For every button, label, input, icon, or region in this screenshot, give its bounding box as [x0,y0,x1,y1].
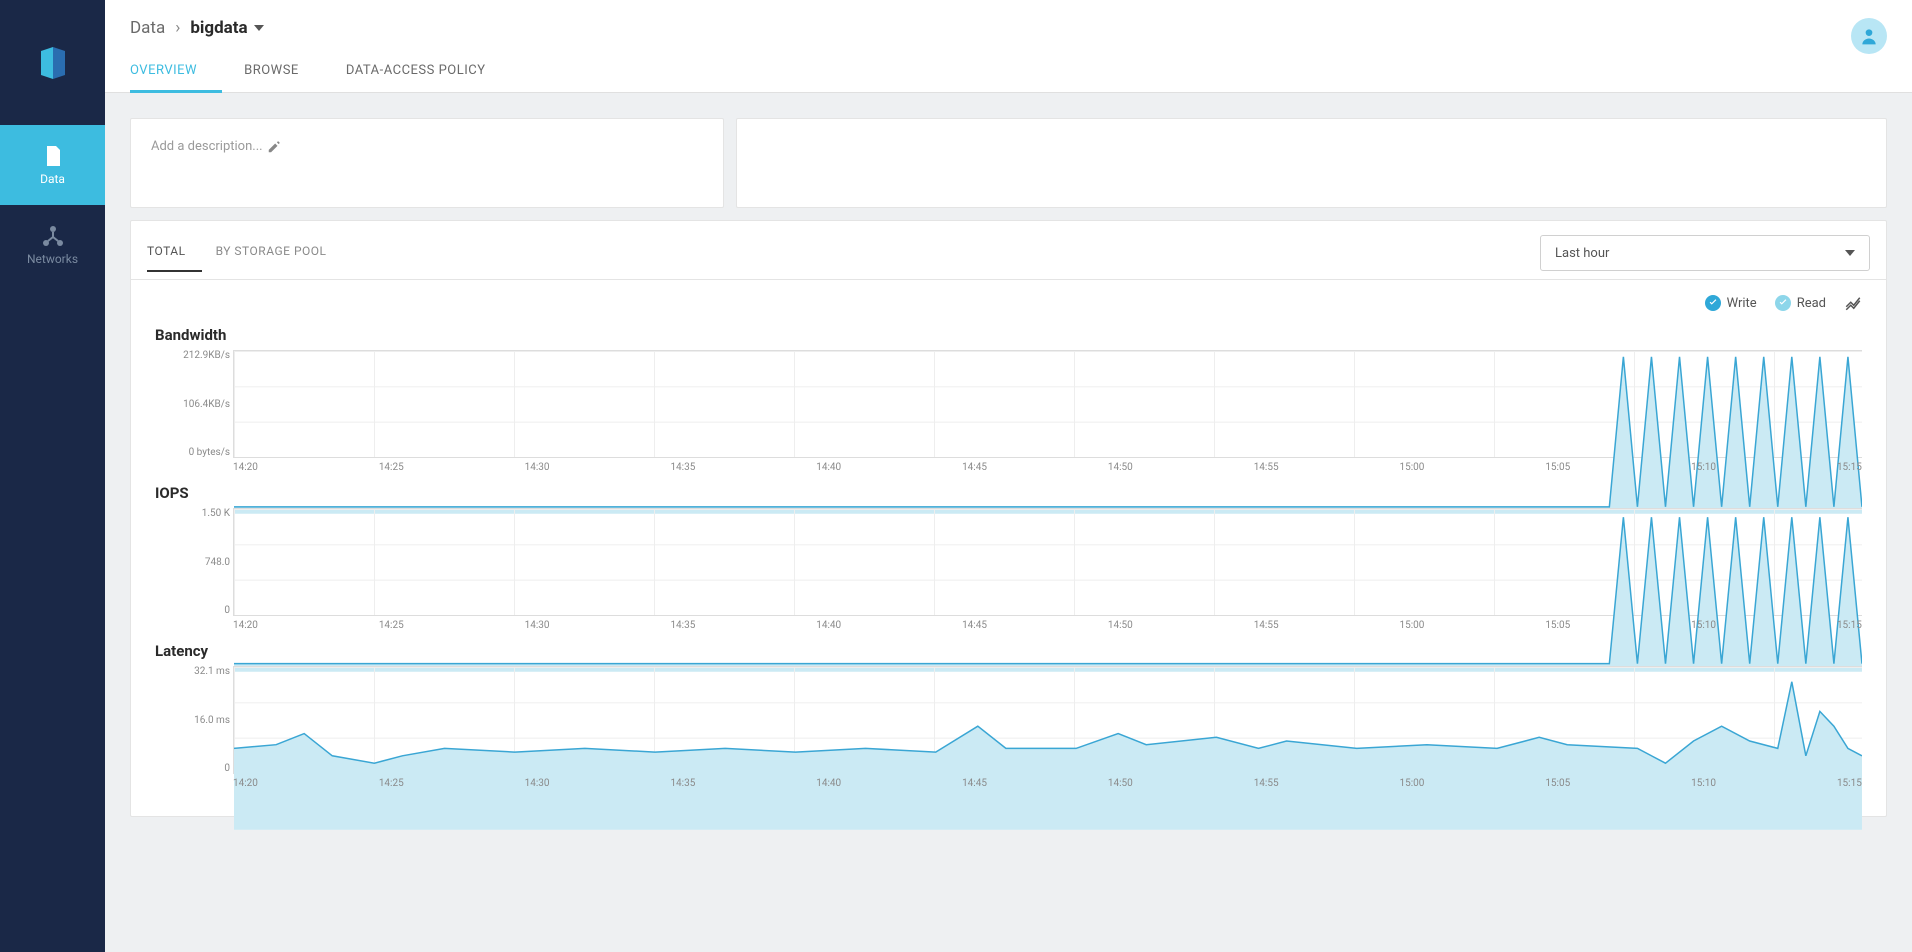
y-tick-label: 0 [155,763,230,774]
check-icon [1705,295,1721,311]
sidebar-item-data[interactable]: Data [0,125,105,205]
x-tick-label: 14:20 [233,462,258,473]
y-tick-label: 0 [155,605,230,616]
x-tick-label: 14:20 [233,620,258,631]
chart-bandwidth: Bandwidth212.9KB/s106.4KB/s0 bytes/s14:2… [131,312,1886,470]
perf-subtabs: TOTAL BY STORAGE POOL [147,244,356,271]
sidebar-item-label: Data [40,172,65,186]
breadcrumb-current[interactable]: bigdata [190,18,263,38]
chart-plot[interactable] [233,508,1862,616]
description-card[interactable]: Add a description... [130,118,724,208]
x-tick-label: 15:00 [1400,462,1425,473]
y-tick-label: 748.0 [155,557,230,568]
x-tick-label: 15:00 [1400,620,1425,631]
x-tick-label: 15:10 [1691,778,1716,789]
x-tick-label: 14:40 [816,778,841,789]
sidebar: Data Networks [0,0,105,952]
x-tick-label: 14:35 [670,462,695,473]
x-tick-label: 14:25 [379,620,404,631]
y-tick-label: 106.4KB/s [155,399,230,410]
x-tick-label: 15:15 [1837,462,1862,473]
x-tick-label: 14:25 [379,778,404,789]
page-header: Data › bigdata OVERVIEW BROWSE DATA-ACCE… [105,0,1912,93]
user-avatar[interactable] [1851,18,1887,54]
x-tick-label: 14:50 [1108,778,1133,789]
chart-title: Bandwidth [155,326,1862,344]
edit-icon [267,140,281,154]
x-tick-label: 14:30 [525,620,550,631]
x-tick-label: 15:15 [1837,620,1862,631]
time-range-select[interactable]: Last hour [1540,235,1870,271]
y-tick-label: 1.50 K [155,508,230,519]
main-area: Data › bigdata OVERVIEW BROWSE DATA-ACCE… [105,0,1912,952]
caret-down-icon [1845,250,1855,256]
x-tick-label: 14:55 [1254,462,1279,473]
tab-browse[interactable]: BROWSE [244,63,324,92]
x-tick-label: 14:40 [816,620,841,631]
x-tick-label: 14:30 [525,778,550,789]
blank-card [736,118,1887,208]
y-tick-label: 212.9KB/s [155,350,230,361]
x-tick-label: 14:35 [670,620,695,631]
check-icon [1775,295,1791,311]
sidebar-item-label: Networks [27,252,78,266]
legend-write[interactable]: Write [1705,295,1757,311]
user-icon [1859,26,1879,46]
x-tick-label: 14:55 [1254,778,1279,789]
x-tick-label: 14:45 [962,462,987,473]
tab-data-access-policy[interactable]: DATA-ACCESS POLICY [346,63,511,92]
chart-scale-icon[interactable] [1844,294,1862,312]
sidebar-item-networks[interactable]: Networks [0,205,105,285]
x-tick-label: 15:10 [1691,620,1716,631]
time-range-label: Last hour [1555,246,1609,261]
logo [0,0,105,125]
x-tick-label: 14:45 [962,620,987,631]
content-area: Add a description... TOTAL BY STORAGE PO… [105,93,1912,952]
x-tick-label: 14:40 [816,462,841,473]
file-data-icon [41,144,65,168]
breadcrumb-root[interactable]: Data [130,18,165,38]
app-logo-icon [33,43,73,83]
breadcrumb-current-label: bigdata [190,18,247,38]
x-tick-label: 14:45 [962,778,987,789]
page-tabs: OVERVIEW BROWSE DATA-ACCESS POLICY [130,63,1887,92]
legend-read[interactable]: Read [1775,295,1826,311]
y-tick-label: 0 bytes/s [155,447,230,458]
x-tick-label: 15:15 [1837,778,1862,789]
subtab-by-storage-pool[interactable]: BY STORAGE POOL [216,244,343,271]
x-tick-label: 14:55 [1254,620,1279,631]
x-tick-label: 14:50 [1108,620,1133,631]
x-tick-label: 14:25 [379,462,404,473]
x-tick-label: 14:35 [670,778,695,789]
network-icon [41,224,65,248]
chart-legend: Write Read [131,280,1886,312]
x-tick-label: 15:05 [1545,620,1570,631]
breadcrumb: Data › bigdata [130,18,1887,38]
tab-overview[interactable]: OVERVIEW [130,63,222,93]
subtab-total[interactable]: TOTAL [147,244,202,272]
y-tick-label: 16.0 ms [155,715,230,726]
chevron-right-icon: › [175,18,180,38]
y-tick-label: 32.1 ms [155,666,230,677]
caret-down-icon [254,25,264,31]
x-tick-label: 15:10 [1691,462,1716,473]
x-tick-label: 14:30 [525,462,550,473]
x-tick-label: 15:05 [1545,778,1570,789]
performance-card: TOTAL BY STORAGE POOL Last hour Write Re… [130,220,1887,817]
x-tick-label: 14:50 [1108,462,1133,473]
description-placeholder: Add a description... [151,139,703,154]
chart-plot[interactable] [233,666,1862,774]
chart-plot[interactable] [233,350,1862,458]
x-tick-label: 14:20 [233,778,258,789]
x-tick-label: 15:05 [1545,462,1570,473]
x-tick-label: 15:00 [1400,778,1425,789]
